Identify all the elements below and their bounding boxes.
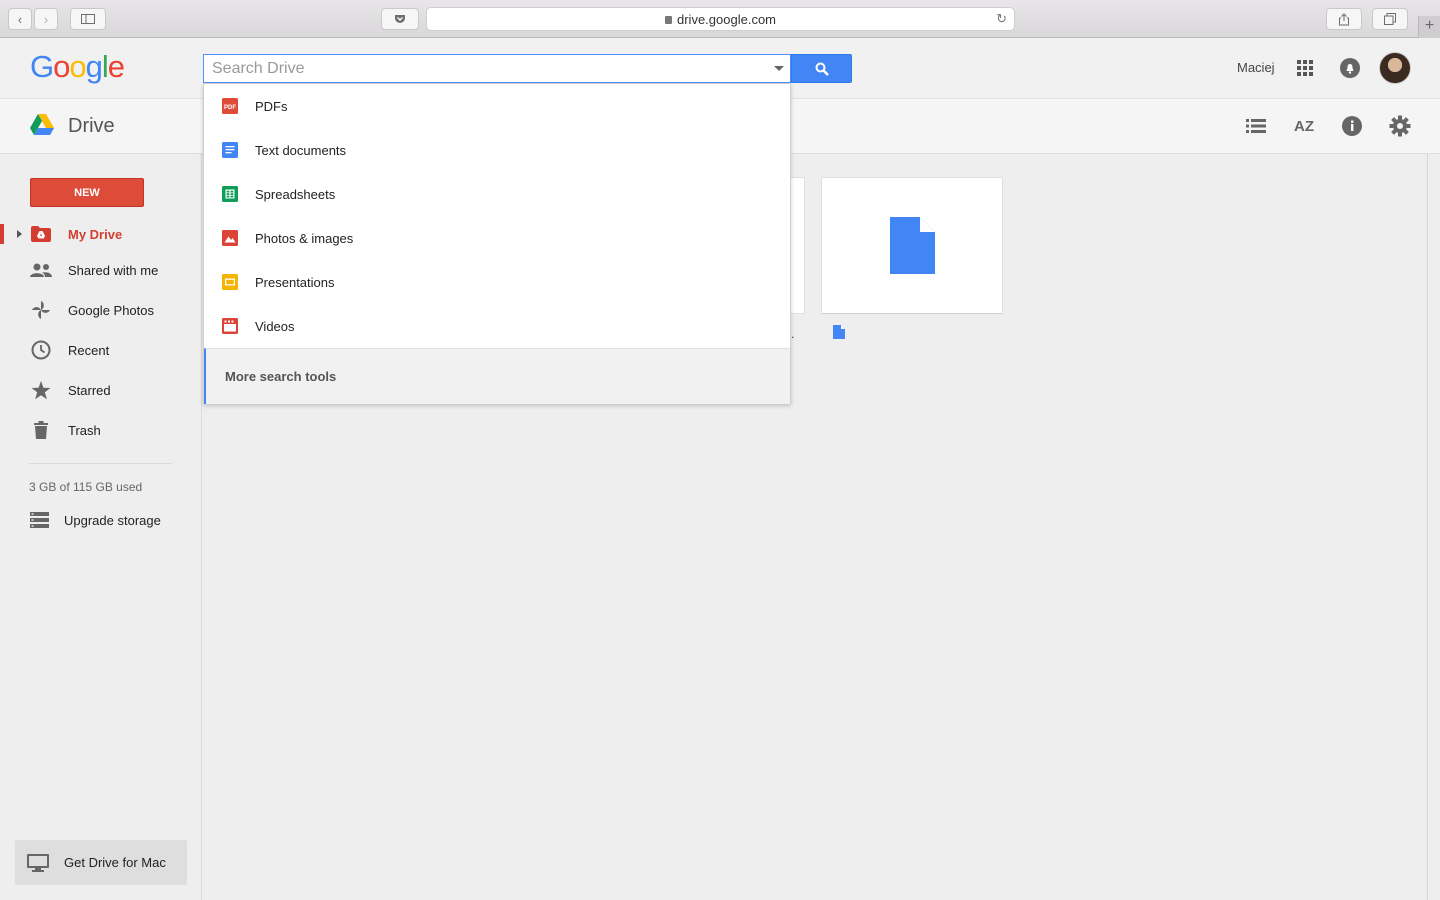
drive-title[interactable]: Drive bbox=[68, 115, 115, 138]
pocket-button[interactable] bbox=[381, 8, 419, 30]
sidebar-divider bbox=[29, 463, 172, 464]
image-icon bbox=[222, 230, 238, 246]
logo-letter: e bbox=[107, 49, 125, 84]
clock-icon bbox=[30, 339, 52, 361]
upgrade-storage-label: Upgrade storage bbox=[64, 512, 161, 528]
desktop-computer-icon bbox=[27, 853, 49, 872]
get-drive-label: Get Drive for Mac bbox=[64, 855, 166, 870]
active-indicator bbox=[0, 224, 4, 244]
lock-icon bbox=[665, 16, 672, 24]
sidebar-item-label: Starred bbox=[68, 382, 111, 398]
notifications-bell-icon[interactable] bbox=[1340, 58, 1360, 78]
sort-az-icon[interactable]: AZ bbox=[1292, 114, 1316, 138]
sidebar-item-my-drive[interactable]: My Drive bbox=[0, 216, 202, 252]
sort-label: AZ bbox=[1294, 117, 1314, 135]
docs-icon bbox=[222, 142, 238, 158]
logo-letter: G bbox=[30, 49, 54, 84]
search-filter-spreadsheets[interactable]: Spreadsheets bbox=[204, 172, 790, 216]
tabs-icon bbox=[1384, 13, 1396, 25]
sidebar-toggle-button[interactable] bbox=[70, 8, 106, 30]
search-input[interactable]: Search Drive bbox=[203, 54, 791, 83]
browser-toolbar: ‹ › drive.google.com ↻ + bbox=[0, 0, 1440, 38]
logo-letter: o bbox=[69, 49, 86, 84]
search-filter-presentations[interactable]: Presentations bbox=[204, 260, 790, 304]
pdf-icon: PDF bbox=[222, 98, 238, 114]
back-button[interactable]: ‹ bbox=[8, 8, 32, 30]
logo-letter: g bbox=[85, 49, 103, 84]
my-drive-icon bbox=[30, 223, 52, 245]
storage-usage-text: 3 GB of 115 GB used bbox=[29, 480, 143, 494]
share-icon bbox=[1339, 12, 1349, 25]
sidebar-item-google-photos[interactable]: Google Photos bbox=[0, 292, 202, 328]
sidebar-item-label: Google Photos bbox=[68, 302, 155, 318]
storage-icon bbox=[30, 512, 49, 528]
sidebar-item-shared[interactable]: Shared with me bbox=[0, 252, 202, 288]
tabs-overview-button[interactable] bbox=[1372, 8, 1408, 30]
search-filter-pdfs[interactable]: PDF PDFs bbox=[204, 84, 790, 128]
filter-label: Photos & images bbox=[255, 230, 354, 246]
info-icon[interactable] bbox=[1340, 114, 1364, 138]
sidebar: NEW My Drive Shared with me Google Photo… bbox=[0, 154, 202, 900]
sidebar-item-label: My Drive bbox=[68, 226, 123, 242]
list-view-icon[interactable] bbox=[1244, 114, 1268, 138]
address-bar[interactable]: drive.google.com ↻ bbox=[426, 7, 1015, 31]
search-placeholder: Search Drive bbox=[212, 59, 305, 77]
sidebar-item-starred[interactable]: Starred bbox=[0, 372, 202, 408]
url-text: drive.google.com bbox=[677, 11, 776, 27]
sidebar-item-label: Recent bbox=[68, 342, 110, 358]
sidebar-item-label: Trash bbox=[68, 422, 101, 438]
star-icon bbox=[30, 379, 52, 401]
google-logo[interactable]: Google bbox=[30, 49, 125, 85]
more-search-tools-label: More search tools bbox=[225, 369, 337, 384]
search-dropdown: PDF PDFs Text documents Spreadsheets Pho… bbox=[203, 83, 791, 404]
sidebar-item-recent[interactable]: Recent bbox=[0, 332, 202, 368]
sheets-icon bbox=[222, 186, 238, 202]
filter-label: Spreadsheets bbox=[255, 186, 336, 202]
user-name[interactable]: Maciej bbox=[1237, 60, 1275, 75]
file-type-icon bbox=[833, 325, 845, 339]
avatar[interactable] bbox=[1379, 52, 1411, 84]
trash-icon bbox=[30, 419, 52, 441]
logo-letter: o bbox=[53, 49, 70, 84]
more-search-tools-link[interactable]: More search tools bbox=[204, 348, 790, 404]
drive-logo-icon[interactable] bbox=[30, 114, 54, 136]
filter-label: PDFs bbox=[255, 98, 288, 114]
people-icon bbox=[30, 259, 52, 281]
get-drive-for-mac-button[interactable]: Get Drive for Mac bbox=[15, 840, 187, 885]
search-button[interactable] bbox=[791, 54, 852, 83]
pocket-icon bbox=[395, 15, 405, 23]
search-options-chevron-icon[interactable] bbox=[774, 66, 784, 71]
new-button[interactable]: NEW bbox=[30, 178, 144, 207]
search-filter-videos[interactable]: Videos bbox=[204, 304, 790, 348]
filter-label: Videos bbox=[255, 318, 295, 334]
share-button[interactable] bbox=[1326, 8, 1362, 30]
file-card[interactable] bbox=[821, 177, 1003, 314]
slides-icon bbox=[222, 274, 238, 290]
reload-icon[interactable]: ↻ bbox=[996, 11, 1007, 27]
sidebar-icon bbox=[81, 14, 95, 24]
sidebar-item-trash[interactable]: Trash bbox=[0, 412, 202, 448]
file-name-truncated: . bbox=[791, 327, 795, 341]
svg-text:PDF: PDF bbox=[224, 105, 236, 111]
filter-label: Text documents bbox=[255, 142, 347, 158]
filter-label: Presentations bbox=[255, 274, 335, 290]
upgrade-storage-link[interactable]: Upgrade storage bbox=[30, 512, 161, 528]
expand-triangle-icon[interactable] bbox=[17, 230, 22, 238]
forward-button[interactable]: › bbox=[34, 8, 58, 30]
document-file-icon bbox=[889, 217, 935, 274]
right-edge-panel bbox=[1427, 154, 1440, 900]
search-icon bbox=[815, 62, 829, 76]
settings-gear-icon[interactable] bbox=[1388, 114, 1412, 138]
apps-grid-icon[interactable] bbox=[1297, 60, 1313, 76]
search-filter-photos-images[interactable]: Photos & images bbox=[204, 216, 790, 260]
new-tab-button[interactable]: + bbox=[1418, 16, 1440, 38]
photos-pinwheel-icon bbox=[30, 299, 52, 321]
sidebar-item-label: Shared with me bbox=[68, 262, 159, 278]
video-icon bbox=[222, 318, 238, 334]
search-filter-text-documents[interactable]: Text documents bbox=[204, 128, 790, 172]
